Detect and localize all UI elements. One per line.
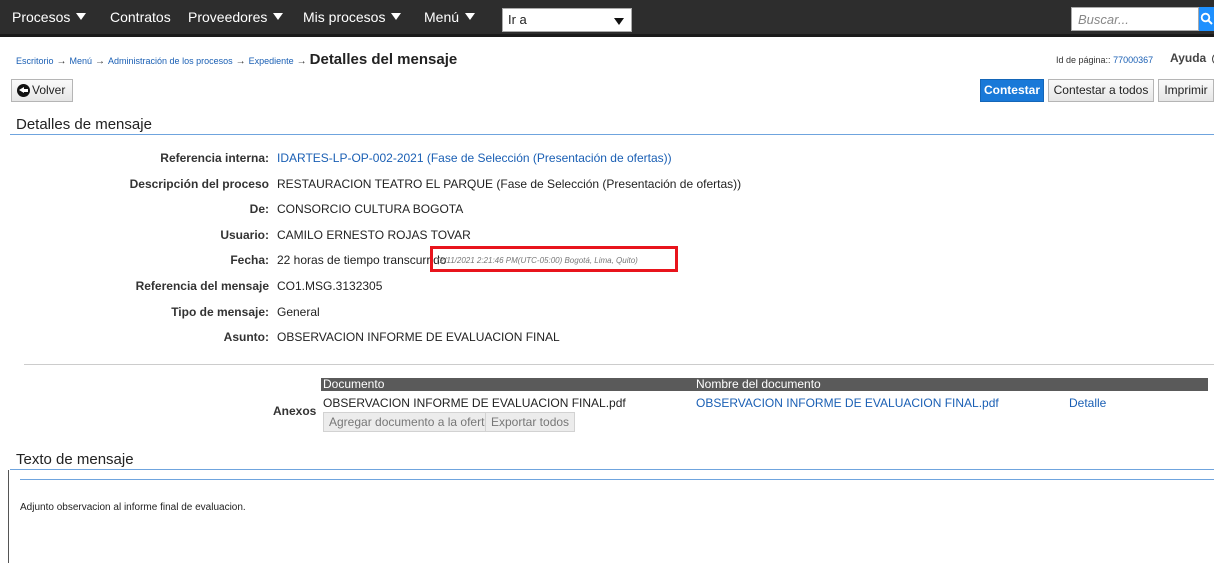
help-label: Ayuda — [1170, 51, 1207, 65]
field-label-subject: Asunto: — [223, 330, 269, 344]
attachment-detail-link[interactable]: Detalle — [1069, 396, 1106, 410]
export-all-button[interactable]: Exportar todos — [485, 412, 576, 432]
details-section-title: Detalles de mensaje — [16, 116, 152, 133]
message-section-title: Texto de mensaje — [16, 451, 134, 468]
field-value-message-type: General — [277, 305, 320, 319]
nav-contratos[interactable]: Contratos — [110, 0, 171, 34]
highlight-box — [430, 246, 678, 272]
field-value-date: 22 horas de tiempo transcurrido — [277, 253, 447, 267]
goto-select-value: Ir a — [508, 12, 527, 27]
field-label-date: Fecha: — [230, 253, 269, 267]
column-header-document: Documento — [323, 377, 385, 391]
nav-contratos-label: Contratos — [110, 9, 171, 25]
nav-procesos-label: Procesos — [12, 9, 71, 25]
top-nav-bar: Procesos Contratos Proveedores Mis proce… — [0, 0, 1214, 37]
attachments-label: Anexos — [273, 404, 317, 418]
field-label-message-type: Tipo de mensaje: — [171, 305, 269, 319]
field-value-user: CAMILO ERNESTO ROJAS TOVAR — [277, 228, 471, 242]
breadcrumb-menu[interactable]: Menú — [70, 56, 93, 66]
field-value-from: CONSORCIO CULTURA BOGOTA — [277, 202, 464, 216]
page-id: Id de página:: 77000367 — [1056, 55, 1153, 65]
arrow-left-circle-icon — [17, 84, 30, 97]
search-input[interactable] — [1071, 7, 1199, 31]
breadcrumb-arrow-icon: → — [95, 56, 106, 67]
section-divider — [20, 479, 1214, 480]
field-label-from: De: — [249, 202, 269, 216]
breadcrumb-expediente[interactable]: Expediente — [249, 56, 294, 66]
add-document-to-offer-button[interactable]: Agregar documento a la oferta — [323, 412, 498, 432]
attachment-document: OBSERVACION INFORME DE EVALUACION FINAL.… — [323, 396, 626, 410]
field-value-internal-ref[interactable]: IDARTES-LP-OP-002-2021 (Fase de Selecció… — [277, 151, 672, 165]
nav-mis-procesos-label: Mis procesos — [303, 9, 386, 25]
field-label-internal-ref: Referencia interna: — [160, 151, 269, 165]
breadcrumb-arrow-icon: → — [296, 56, 307, 67]
breadcrumb-arrow-icon: → — [235, 56, 246, 67]
search-icon — [1200, 12, 1213, 25]
breadcrumb-arrow-icon: → — [56, 56, 67, 67]
print-button[interactable]: Imprimir — [1158, 79, 1214, 102]
back-button-label: Volver — [32, 83, 66, 97]
breadcrumb-escritorio[interactable]: Escritorio — [16, 56, 54, 66]
section-divider — [10, 469, 1214, 470]
chevron-down-icon — [391, 13, 402, 20]
goto-select[interactable]: Ir a — [502, 8, 632, 32]
attachment-name-link[interactable]: OBSERVACION INFORME DE EVALUACION FINAL.… — [696, 396, 999, 410]
reply-button[interactable]: Contestar — [980, 79, 1044, 102]
back-button[interactable]: Volver — [11, 79, 73, 102]
field-value-process-description: RESTAURACION TEATRO EL PARQUE (Fase de S… — [277, 177, 742, 191]
page-id-value[interactable]: 77000367 — [1113, 55, 1153, 65]
divider — [24, 364, 1214, 365]
field-value-message-ref: CO1.MSG.3132305 — [277, 279, 383, 293]
reply-all-button[interactable]: Contestar a todos — [1048, 79, 1154, 102]
section-divider — [10, 134, 1214, 135]
nav-procesos[interactable]: Procesos — [12, 0, 87, 34]
field-label-user: Usuario: — [220, 228, 269, 242]
field-label-process-description: Descripción del proceso — [129, 177, 269, 191]
chevron-down-icon — [614, 18, 624, 25]
nav-proveedores[interactable]: Proveedores — [188, 0, 284, 34]
field-label-message-ref: Referencia del mensaje — [135, 279, 269, 293]
help-link[interactable]: Ayuda ? — [1170, 51, 1214, 65]
chevron-down-icon — [76, 13, 87, 20]
search-button[interactable] — [1199, 7, 1214, 31]
chevron-down-icon — [273, 13, 284, 20]
message-body: Adjunto observacion al informe final de … — [20, 502, 246, 513]
chevron-down-icon — [465, 13, 476, 20]
nav-menu[interactable]: Menú — [424, 0, 476, 34]
nav-mis-procesos[interactable]: Mis procesos — [303, 0, 402, 34]
column-header-document-name: Nombre del documento — [696, 377, 821, 391]
page-title: Detalles del mensaje — [309, 51, 458, 68]
page-id-label: Id de página:: — [1056, 55, 1111, 65]
breadcrumb-administracion[interactable]: Administración de los procesos — [108, 56, 233, 66]
nav-menu-label: Menú — [424, 9, 460, 25]
breadcrumb: Escritorio → Menú → Administración de los pr… — [16, 51, 457, 68]
field-value-subject: OBSERVACION INFORME DE EVALUACION FINAL — [277, 330, 560, 344]
frame-edge — [8, 470, 9, 563]
nav-proveedores-label: Proveedores — [188, 9, 268, 25]
